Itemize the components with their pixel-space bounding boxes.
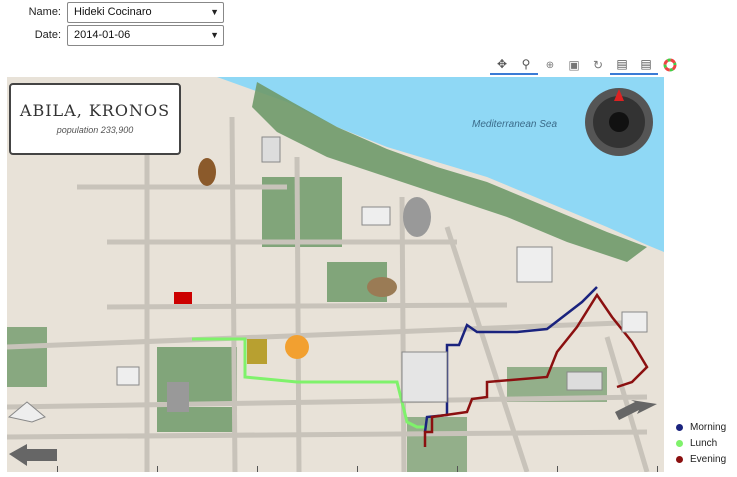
chart-toolbar: ✥ ⚲ ⊕ ▣ ↻ ▤ ▤: [490, 55, 682, 75]
museum-icon: [403, 197, 431, 237]
coffee-icon: [367, 277, 397, 297]
general-grocer-icon: [247, 339, 267, 364]
chevron-down-icon: ▼: [210, 7, 219, 17]
move-icon[interactable]: ✥: [490, 55, 514, 75]
tourist-map[interactable]: ABILA, KRONOS population 233,900 Mediter…: [7, 77, 664, 472]
comment-compare-icon[interactable]: ▤: [634, 55, 658, 75]
save-icon[interactable]: ▣: [562, 55, 586, 75]
legend-item-evening[interactable]: Evening: [676, 451, 726, 467]
west-park: [7, 327, 47, 387]
legend-label: Lunch: [690, 437, 718, 449]
axis-tick: [557, 466, 558, 472]
legend-dot: [676, 423, 683, 431]
date-select[interactable]: 2014-01-06 ▼: [67, 24, 224, 46]
refresh-icon[interactable]: ↻: [586, 55, 610, 75]
axis-tick: [257, 466, 258, 472]
building-icon: [261, 136, 281, 163]
legend-label: Evening: [690, 453, 727, 465]
building-icon: [621, 311, 648, 333]
name-row: Name: Hideki Cocinaro ▼: [0, 1, 224, 23]
axis-tick: [57, 466, 58, 472]
color-wheel-icon[interactable]: [658, 55, 682, 75]
chostus-hotel-icon: [516, 246, 553, 283]
name-select[interactable]: Hideki Cocinaro ▼: [67, 1, 224, 23]
comment-icon[interactable]: ▤: [610, 55, 634, 75]
zoom-reset-icon[interactable]: ⊕: [538, 55, 562, 75]
date-label: Date:: [34, 29, 61, 41]
name-label: Name:: [28, 6, 61, 18]
date-select-value: 2014-01-06: [74, 29, 131, 41]
legend-dot: [676, 455, 683, 463]
chevron-down-icon: ▼: [210, 30, 219, 40]
sea-label: Mediterranean Sea: [472, 119, 558, 130]
legend-label: Morning: [690, 421, 727, 433]
legend-item-lunch[interactable]: Lunch: [676, 435, 726, 451]
coffee-cameleon-icon: [285, 335, 309, 359]
axis-tick: [657, 466, 658, 472]
zoom-select-icon[interactable]: ⚲: [514, 55, 538, 75]
guys-gyros-icon: [566, 371, 603, 391]
city-population: population 233,900: [56, 125, 134, 135]
name-select-value: Hideki Cocinaro: [74, 6, 152, 18]
legend-dot: [676, 439, 683, 447]
kronos-mart-icon: [174, 292, 192, 304]
building-icon: [116, 366, 140, 386]
date-row: Date: 2014-01-06 ▼: [0, 24, 224, 46]
building-icon: [361, 206, 391, 226]
legend-item-morning[interactable]: Morning: [676, 419, 726, 435]
axis-tick: [157, 466, 158, 472]
axis-tick: [357, 466, 358, 472]
axis-tick: [457, 466, 458, 472]
compass-icon: [585, 88, 653, 156]
capitol-icon: [167, 382, 189, 412]
route-legend: Morning Lunch Evening: [676, 419, 726, 467]
brewed-icon: [198, 158, 216, 186]
city-title-box: ABILA, KRONOS population 233,900: [9, 83, 181, 155]
city-name: ABILA, KRONOS: [19, 101, 171, 120]
hospital-icon: [401, 351, 448, 403]
